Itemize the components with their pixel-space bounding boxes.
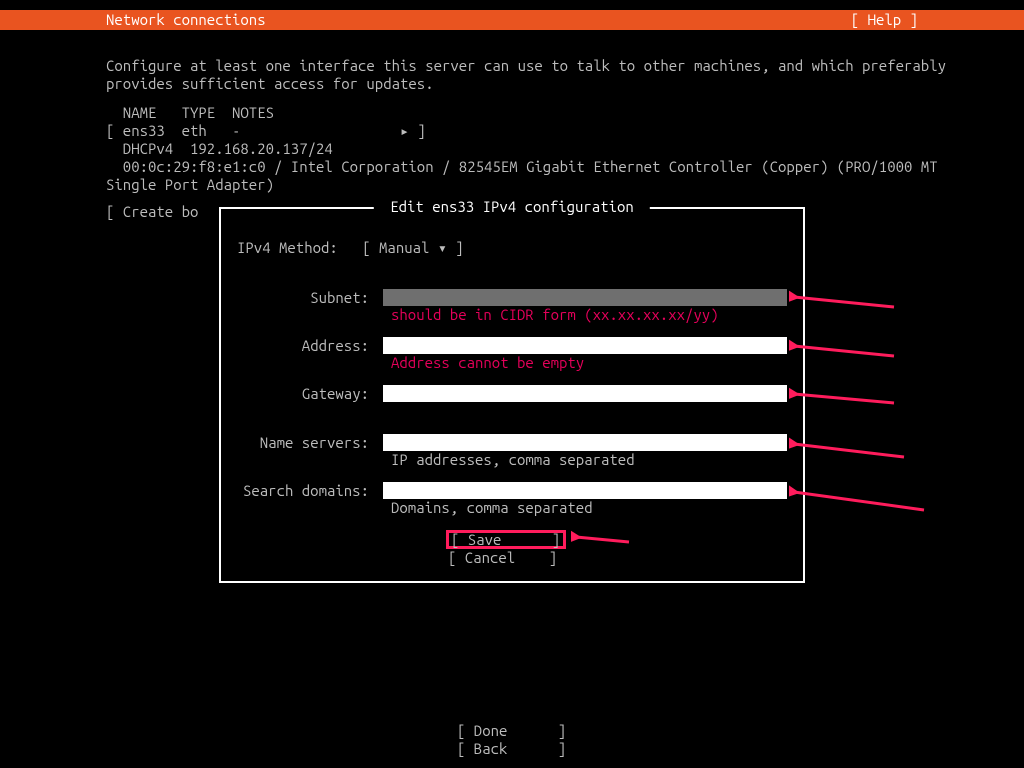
arrow-annotation bbox=[789, 485, 926, 513]
subnet-label: Subnet: bbox=[237, 289, 369, 307]
done-button[interactable]: [ Done ] bbox=[457, 722, 566, 740]
address-error: Address cannot be empty bbox=[391, 354, 584, 372]
arrow-annotation bbox=[789, 387, 896, 408]
ipv4-method-select[interactable]: [ Manual ▾ ] bbox=[362, 239, 463, 257]
iface-mac-line2: Single Port Adapter) bbox=[106, 176, 274, 193]
instructions-line2: provides sufficient access for updates. bbox=[106, 75, 434, 92]
iface-mac-line1: 00:0c:29:f8:e1:c0 / Intel Corporation / … bbox=[106, 158, 938, 175]
address-input[interactable] bbox=[383, 337, 787, 354]
help-button[interactable]: [ Help ] bbox=[851, 11, 918, 29]
instructions: Configure at least one interface this se… bbox=[106, 57, 946, 93]
iface-header: NAME TYPE NOTES bbox=[106, 104, 274, 121]
cancel-button[interactable]: [ Cancel ] bbox=[448, 549, 557, 567]
save-button[interactable]: [ Save ] bbox=[446, 530, 566, 549]
arrow-annotation bbox=[789, 289, 896, 310]
subnet-input[interactable] bbox=[383, 289, 787, 306]
page-title: Network connections bbox=[106, 11, 266, 29]
searchdomains-hint: Domains, comma separated bbox=[391, 499, 593, 517]
header-bar: Network connections [ Help ] bbox=[0, 10, 1024, 30]
gateway-input[interactable] bbox=[383, 385, 787, 402]
edit-ipv4-dialog: Edit ens33 IPv4 configuration IPv4 Metho… bbox=[219, 207, 805, 583]
arrow-annotation bbox=[789, 437, 906, 460]
nameservers-input[interactable] bbox=[383, 434, 787, 451]
create-bond-button[interactable]: [ Create bo bbox=[106, 203, 198, 221]
iface-dhcp: DHCPv4 192.168.20.137/24 bbox=[106, 140, 333, 157]
back-button[interactable]: [ Back ] bbox=[457, 740, 566, 758]
gateway-label: Gateway: bbox=[237, 385, 369, 403]
ipv4-method-label: IPv4 Method: bbox=[237, 239, 338, 257]
nameservers-hint: IP addresses, comma separated bbox=[391, 451, 635, 469]
nameservers-label: Name servers: bbox=[237, 434, 369, 452]
searchdomains-input[interactable] bbox=[383, 482, 787, 499]
arrow-annotation bbox=[789, 339, 896, 360]
searchdomains-label: Search domains: bbox=[237, 482, 369, 500]
address-label: Address: bbox=[237, 337, 369, 355]
interface-list: NAME TYPE NOTES [ ens33 eth - ▸ ] DHCPv4… bbox=[106, 104, 938, 194]
iface-row-ens33[interactable]: [ ens33 eth - ▸ ] bbox=[106, 122, 426, 139]
instructions-line1: Configure at least one interface this se… bbox=[106, 57, 946, 74]
subnet-error: should be in CIDR form (xx.xx.xx.xx/yy) bbox=[391, 306, 719, 324]
